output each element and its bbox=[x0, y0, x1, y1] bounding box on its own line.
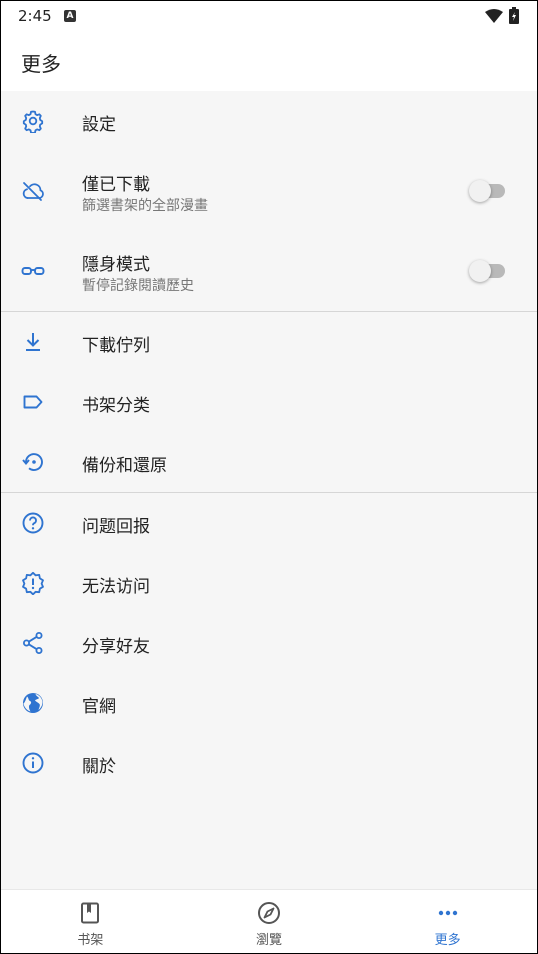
gear-icon bbox=[22, 110, 44, 133]
menu-item-website[interactable]: 官網 bbox=[1, 673, 537, 733]
menu-item-about[interactable]: 關於 bbox=[1, 733, 537, 793]
nav-label: 书架 bbox=[77, 933, 104, 948]
status-time: 2:45 bbox=[18, 7, 52, 25]
menu-item-incognito[interactable]: 隱身模式 暫停記錄閱讀歷史 bbox=[1, 231, 537, 311]
more-menu-list: 設定 僅已下載 篩選書架的全部漫畫 隱身模式 暫停記錄閱讀歷史 下載佇列 书架分… bbox=[1, 91, 537, 793]
restore-icon bbox=[22, 453, 43, 471]
app-bar: 更多 bbox=[1, 31, 537, 91]
menu-item-downloaded-only[interactable]: 僅已下載 篩選書架的全部漫畫 bbox=[1, 151, 537, 231]
status-bar: 2:45 A bbox=[1, 1, 537, 31]
downloaded-only-toggle[interactable] bbox=[469, 179, 507, 203]
compass-icon bbox=[258, 902, 280, 924]
menu-item-cannot-access[interactable]: 无法访问 bbox=[1, 553, 537, 613]
menu-item-label: 分享好友 bbox=[82, 637, 150, 657]
help-icon bbox=[22, 512, 44, 534]
book-icon bbox=[81, 902, 100, 924]
menu-item-categories[interactable]: 书架分类 bbox=[1, 372, 537, 432]
notification-icon: A bbox=[64, 10, 76, 22]
menu-item-label: 官網 bbox=[82, 697, 116, 717]
wifi-icon bbox=[485, 8, 503, 23]
menu-item-summary: 暫停記錄閱讀歷史 bbox=[82, 278, 194, 294]
cloud-off-icon bbox=[22, 182, 44, 201]
nav-item-library[interactable]: 书架 bbox=[1, 890, 180, 953]
menu-item-feedback[interactable]: 问题回报 bbox=[1, 493, 537, 553]
menu-item-label: 下載佇列 bbox=[82, 336, 150, 356]
glasses-icon bbox=[21, 267, 45, 275]
menu-item-label: 備份和還原 bbox=[82, 456, 167, 476]
page-title: 更多 bbox=[21, 52, 61, 76]
menu-item-backup[interactable]: 備份和還原 bbox=[1, 432, 537, 492]
bottom-navigation: 书架 瀏覽 更多 bbox=[1, 889, 537, 953]
menu-item-settings[interactable]: 設定 bbox=[1, 91, 537, 151]
status-icons bbox=[485, 7, 519, 24]
menu-item-label: 僅已下載 bbox=[82, 175, 150, 195]
menu-item-label: 问题回报 bbox=[82, 517, 150, 537]
download-icon bbox=[26, 333, 40, 351]
more-dots-icon bbox=[438, 910, 457, 916]
incognito-toggle[interactable] bbox=[469, 259, 507, 283]
menu-item-download-queue[interactable]: 下載佇列 bbox=[1, 312, 537, 372]
info-icon bbox=[22, 752, 44, 774]
menu-item-label: 設定 bbox=[82, 115, 116, 135]
label-icon bbox=[23, 395, 43, 409]
menu-item-summary: 篩選書架的全部漫畫 bbox=[82, 198, 208, 214]
app-screen: 2:45 A 更多 設定 僅已下載 篩選書架的全部漫畫 隱身模式 暫停記錄閱讀歷… bbox=[1, 1, 537, 953]
nav-label: 更多 bbox=[434, 933, 461, 948]
menu-item-label: 關於 bbox=[82, 757, 116, 777]
battery-icon bbox=[509, 7, 519, 24]
menu-item-label: 无法访问 bbox=[82, 577, 150, 597]
nav-label: 瀏覽 bbox=[256, 933, 283, 948]
nav-item-more[interactable]: 更多 bbox=[358, 890, 537, 953]
menu-item-label: 书架分类 bbox=[82, 396, 150, 416]
menu-item-label: 隱身模式 bbox=[82, 255, 150, 275]
menu-item-share[interactable]: 分享好友 bbox=[1, 613, 537, 673]
toggle-thumb bbox=[469, 180, 491, 202]
share-icon bbox=[23, 632, 43, 654]
toggle-thumb bbox=[469, 260, 491, 282]
globe-icon bbox=[23, 693, 43, 713]
alert-badge-icon bbox=[22, 571, 44, 595]
nav-item-browse[interactable]: 瀏覽 bbox=[180, 890, 359, 953]
